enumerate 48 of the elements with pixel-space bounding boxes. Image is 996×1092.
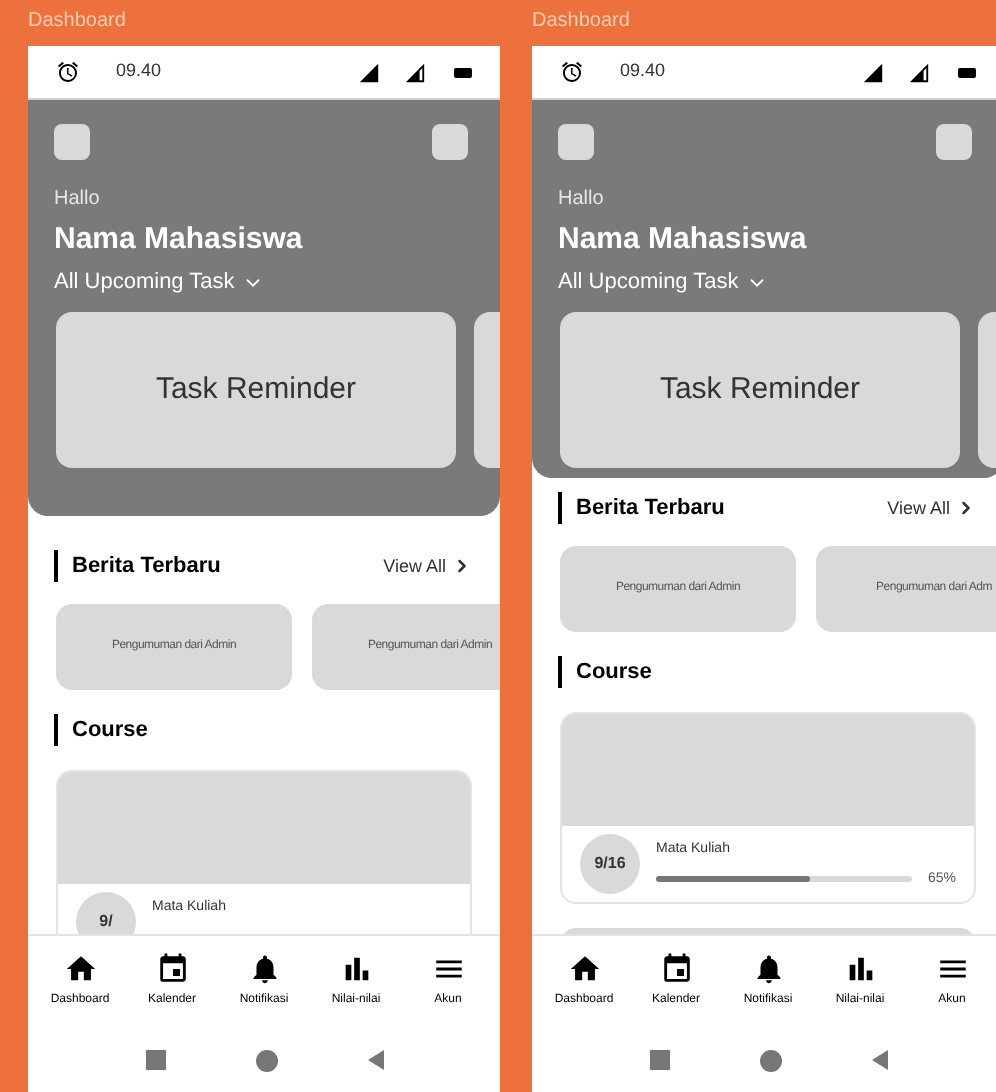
home-button[interactable] xyxy=(255,1050,277,1072)
student-name: Nama Mahasiswa xyxy=(556,220,809,260)
icon-placeholder[interactable] xyxy=(432,124,468,160)
battery-icon xyxy=(958,67,976,77)
calendar-icon xyxy=(659,952,693,986)
accent-bar xyxy=(558,655,562,688)
section-title: Berita Terbaru xyxy=(72,552,221,582)
task-filter-dropdown[interactable]: All Upcoming Task xyxy=(558,268,769,296)
student-name: Nama Mahasiswa xyxy=(52,220,305,260)
section-title: Course xyxy=(576,657,652,687)
avatar-placeholder[interactable] xyxy=(558,124,594,160)
view-all-link[interactable]: View All xyxy=(383,553,472,580)
recent-apps-button[interactable] xyxy=(145,1050,165,1070)
status-time: 09.40 xyxy=(620,58,666,85)
back-button[interactable] xyxy=(367,1050,383,1070)
task-card[interactable]: Task Reminder xyxy=(560,312,960,468)
home-button[interactable] xyxy=(759,1050,781,1072)
accent-bar xyxy=(558,492,562,525)
task-card[interactable]: Task Reminder xyxy=(56,312,456,468)
alarm-icon xyxy=(560,60,584,84)
avatar-placeholder[interactable] xyxy=(54,124,90,160)
view-all-link[interactable]: View All xyxy=(887,495,976,522)
signal-icon xyxy=(862,61,884,83)
battery-icon xyxy=(454,67,472,77)
frame-label: Dashboard xyxy=(532,8,632,36)
alarm-icon xyxy=(56,60,80,84)
meeting-count: 9/ xyxy=(76,892,136,934)
section-title: Berita Terbaru xyxy=(576,494,725,524)
frame-label: Dashboard xyxy=(28,8,128,36)
home-icon xyxy=(63,952,97,986)
accent-bar xyxy=(54,550,58,583)
calendar-icon xyxy=(155,952,189,986)
greeting-text: Hallo xyxy=(52,188,102,212)
signal-icon xyxy=(404,61,426,83)
chevron-right-icon xyxy=(956,498,976,519)
section-title: Course xyxy=(72,715,148,745)
task-filter-dropdown[interactable]: All Upcoming Task xyxy=(54,268,265,296)
recent-apps-button[interactable] xyxy=(649,1050,669,1070)
icon-placeholder[interactable] xyxy=(936,124,972,160)
chevron-right-icon xyxy=(452,556,472,577)
status-time: 09.40 xyxy=(116,58,162,85)
back-button[interactable] xyxy=(871,1050,887,1070)
greeting-text: Hallo xyxy=(556,188,606,212)
signal-icon xyxy=(908,61,930,83)
signal-icon xyxy=(358,61,380,83)
home-icon xyxy=(567,952,601,986)
meeting-count: 9/16 xyxy=(580,834,640,894)
accent-bar xyxy=(54,713,58,746)
